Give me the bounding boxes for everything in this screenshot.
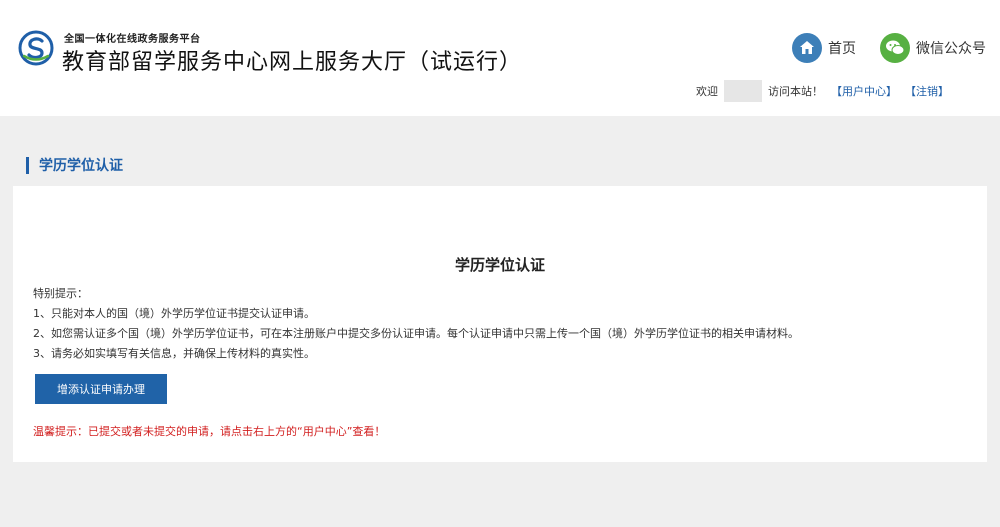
- notice-item: 3、请务必如实填写有关信息，并确保上传材料的真实性。: [33, 347, 315, 360]
- welcome-bar: 欢迎 访问本站！ 【用户中心】 【注销】: [696, 80, 949, 102]
- welcome-prefix: 欢迎: [696, 85, 718, 98]
- user-center-link[interactable]: 【用户中心】: [831, 83, 897, 99]
- logo-icon: [18, 30, 54, 66]
- notice-item: 2、如您需认证多个国（境）外学历学位证书，可在本注册账户中提交多份认证申请。每个…: [33, 327, 799, 340]
- content-panel: 学历学位认证 特别提示： 1、只能对本人的国（境）外学历学位证书提交认证申请。 …: [13, 186, 987, 462]
- home-icon: [792, 33, 822, 63]
- section-accent-bar: [26, 156, 29, 174]
- section-title: 学历学位认证: [39, 158, 123, 174]
- username-masked: [724, 80, 762, 102]
- notice-block: 特别提示： 1、只能对本人的国（境）外学历学位证书提交认证申请。 2、如您需认证…: [33, 284, 799, 364]
- nav-wechat-label: 微信公众号: [916, 41, 986, 57]
- welcome-suffix: 访问本站！: [768, 85, 823, 98]
- notice-heading: 特别提示：: [33, 287, 88, 300]
- notice-item: 1、只能对本人的国（境）外学历学位证书提交认证申请。: [33, 307, 315, 320]
- panel-title: 学历学位认证: [454, 256, 545, 274]
- nav-home-label: 首页: [828, 41, 856, 57]
- site-title: 教育部留学服务中心网上服务大厅（试运行）: [62, 50, 523, 75]
- site-header: 全国一体化在线政务服务平台 教育部留学服务中心网上服务大厅（试运行） 首页 微信…: [0, 0, 1000, 116]
- platform-subtitle: 全国一体化在线政务服务平台: [64, 34, 201, 45]
- nav-home-link[interactable]: 首页: [792, 32, 856, 64]
- logout-link[interactable]: 【注销】: [905, 83, 949, 99]
- section-heading: 学历学位认证: [26, 156, 123, 174]
- wechat-icon: [880, 33, 910, 63]
- add-application-button[interactable]: 增添认证申请办理: [35, 374, 167, 404]
- warning-text: 温馨提示：已提交或者未提交的申请，请点击右上方的“用户中心”查看！: [33, 425, 386, 438]
- nav-wechat-link[interactable]: 微信公众号: [880, 32, 986, 64]
